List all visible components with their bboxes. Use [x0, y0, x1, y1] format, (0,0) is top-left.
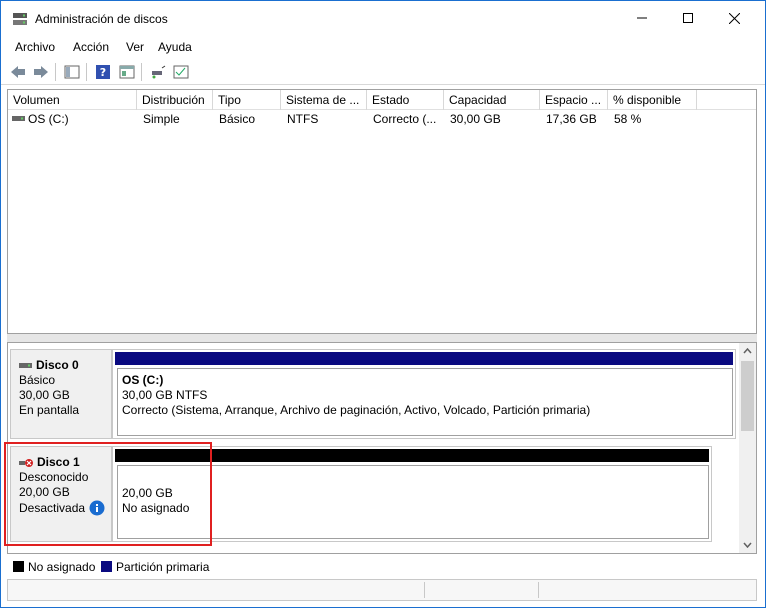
graph-scrollbar[interactable]: [739, 343, 756, 553]
disk-0-info[interactable]: Disco 0 Básico 30,00 GB En pantalla: [10, 349, 112, 439]
partition-label: OS (C:): [122, 373, 164, 387]
scrollbar-thumb[interactable]: [741, 361, 754, 431]
minimize-icon: [637, 17, 647, 19]
menu-ayuda[interactable]: Ayuda: [158, 40, 192, 54]
column-header-sistema-archivos[interactable]: Sistema de ...: [281, 90, 367, 110]
title-bar: Administración de discos: [1, 1, 765, 35]
help-button[interactable]: ?: [93, 62, 113, 82]
disk-0-state: En pantalla: [19, 403, 80, 417]
volume-capacity: 30,00 GB: [450, 112, 501, 126]
column-header-distribucion[interactable]: Distribución: [137, 90, 213, 110]
disk-0-name: Disco 0: [36, 358, 79, 372]
column-header-estado[interactable]: Estado: [367, 90, 444, 110]
column-header-capacidad[interactable]: Capacidad: [444, 90, 540, 110]
svg-text:?: ?: [100, 66, 106, 79]
toolbar: ?: [1, 59, 765, 85]
legend-label-primary: Partición primaria: [116, 560, 210, 574]
legend-primary: Partición primaria: [101, 560, 209, 574]
volume-filesystem: NTFS: [287, 112, 319, 126]
disk-management-window: Administración de discos Archivo Acción …: [0, 0, 766, 608]
partition-os-c[interactable]: OS (C:) 30,00 GB NTFS Correcto (Sistema,…: [117, 368, 733, 436]
scroll-up-icon[interactable]: [743, 348, 752, 354]
legend-bar: No asignado Partición primaria: [7, 556, 757, 576]
disk-0-name-row: Disco 0: [19, 358, 111, 373]
volume-list-header: Volumen Distribución Tipo Sistema de ...…: [8, 90, 756, 110]
status-divider: [538, 582, 539, 598]
toolbar-separator: [141, 63, 142, 81]
show-hide-tree-icon: [64, 65, 80, 79]
menu-ver[interactable]: Ver: [126, 40, 144, 54]
volume-free-space: 17,36 GB: [546, 112, 597, 126]
rescan-button[interactable]: [171, 62, 191, 82]
toolbar-separator: [86, 63, 87, 81]
disk-management-app-icon: [13, 13, 27, 25]
connect-icon: [152, 65, 166, 79]
back-button[interactable]: [8, 62, 28, 82]
table-row[interactable]: OS (C:) Simple Básico NTFS Correcto (...…: [8, 110, 756, 128]
disk-0-size: 30,00 GB: [19, 388, 70, 402]
legend-unallocated: No asignado: [13, 560, 95, 574]
volume-percent-free: 58 %: [614, 112, 642, 126]
volume-type: Básico: [219, 112, 256, 126]
menu-bar: Archivo Acción Ver Ayuda: [1, 37, 765, 57]
connect-button[interactable]: [148, 62, 168, 82]
close-button[interactable]: [711, 1, 757, 35]
toolbar-separator: [55, 63, 56, 81]
partition-size: 30,00 GB NTFS: [122, 388, 208, 402]
disk-0-kind: Básico: [19, 373, 56, 387]
disk-icon: [19, 363, 32, 368]
legend-swatch-primary: [101, 561, 112, 572]
legend-label-unallocated: No asignado: [28, 560, 96, 574]
rescan-icon: [173, 65, 189, 79]
primary-partition-stripe: [115, 352, 733, 365]
properties-icon: [119, 65, 135, 79]
volume-drive-icon: [12, 116, 25, 121]
forward-button[interactable]: [31, 62, 51, 82]
maximize-icon: [683, 13, 693, 23]
status-bar: [7, 579, 757, 601]
forward-icon: [34, 66, 48, 78]
show-hide-tree-button[interactable]: [62, 62, 82, 82]
menu-archivo[interactable]: Archivo: [15, 40, 55, 54]
pane-splitter[interactable]: [7, 334, 757, 342]
scroll-down-icon[interactable]: [743, 542, 752, 548]
maximize-button[interactable]: [665, 1, 711, 35]
volume-list: Volumen Distribución Tipo Sistema de ...…: [7, 89, 757, 334]
highlight-rectangle: [4, 442, 212, 546]
legend-swatch-unallocated: [13, 561, 24, 572]
column-header-espacio[interactable]: Espacio ...: [540, 90, 608, 110]
menu-accion[interactable]: Acción: [73, 40, 109, 54]
volume-name: OS (C:): [28, 112, 69, 126]
column-header-tipo[interactable]: Tipo: [213, 90, 281, 110]
window-title: Administración de discos: [35, 12, 168, 26]
close-icon: [728, 12, 740, 24]
column-header-volumen[interactable]: Volumen: [8, 90, 137, 110]
properties-button[interactable]: [117, 62, 137, 82]
partition-status: Correcto (Sistema, Arranque, Archivo de …: [122, 403, 591, 417]
back-icon: [11, 66, 25, 78]
column-header-porcentaje[interactable]: % disponible: [608, 90, 697, 110]
status-divider: [424, 582, 425, 598]
volume-status: Correcto (...: [373, 112, 437, 126]
disk-0-partitions: OS (C:) 30,00 GB NTFS Correcto (Sistema,…: [112, 349, 736, 439]
minimize-button[interactable]: [619, 1, 665, 35]
volume-layout: Simple: [143, 112, 180, 126]
help-icon: ?: [96, 65, 110, 79]
